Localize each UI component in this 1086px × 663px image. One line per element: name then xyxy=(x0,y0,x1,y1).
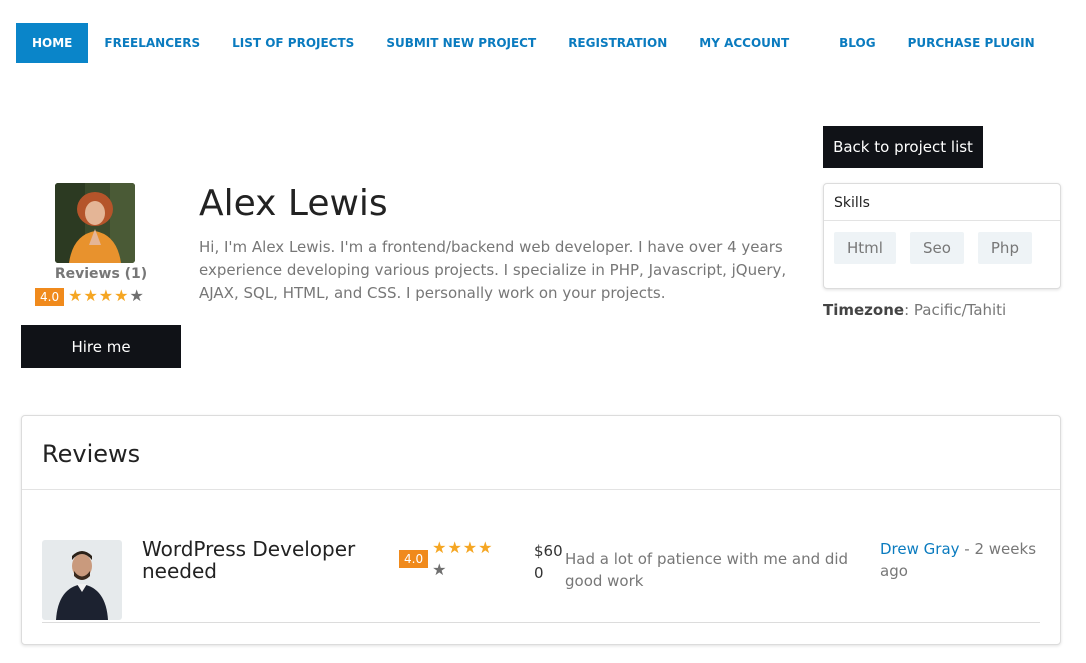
main-nav: HOME FREELANCERS LIST OF PROJECTS SUBMIT… xyxy=(16,23,1051,63)
freelancer-name: Alex Lewis xyxy=(199,183,388,224)
skills-list: Html Seo Php xyxy=(824,221,1060,275)
star-icon: ★ xyxy=(462,540,478,557)
nav-my-account[interactable]: MY ACCOUNT xyxy=(683,23,823,63)
star-icon: ★ xyxy=(83,288,98,305)
review-amount: $600 xyxy=(534,542,563,582)
nav-home[interactable]: HOME xyxy=(16,23,89,63)
back-to-project-list-button[interactable]: Back to project list xyxy=(823,126,983,168)
freelancer-avatar xyxy=(55,183,135,263)
skills-title: Skills xyxy=(824,184,1060,221)
profile-rating: 4.0 ★ ★ ★ ★ ★ xyxy=(35,288,144,306)
timezone-label: Timezone xyxy=(823,301,905,319)
skills-panel: Skills Html Seo Php xyxy=(823,183,1061,289)
star-icon: ★ xyxy=(447,540,462,557)
star-rating: ★ ★ ★ ★ ★ xyxy=(68,288,144,306)
review-author-meta: Drew Gray - 2 weeks ago xyxy=(880,540,1037,580)
star-icon: ★ xyxy=(478,540,493,557)
star-icon: ★ xyxy=(114,288,129,305)
nav-blog[interactable]: BLOG xyxy=(823,23,891,63)
skill-tag[interactable]: Html xyxy=(834,232,896,264)
star-icon: ★ xyxy=(98,288,114,305)
nav-list-of-projects[interactable]: LIST OF PROJECTS xyxy=(216,23,370,63)
star-icon: ★ xyxy=(432,540,447,557)
review-item: WordPress Developer needed 4.0 ★ ★ ★ ★ ★… xyxy=(42,538,1040,623)
rating-badge: 4.0 xyxy=(35,288,65,306)
star-rating: ★ ★ ★ ★ ★ xyxy=(432,540,504,580)
star-empty-icon: ★ xyxy=(129,288,144,305)
star-empty-icon: ★ xyxy=(432,562,447,579)
star-icon: ★ xyxy=(68,288,83,305)
rating-badge: 4.0 xyxy=(399,550,429,568)
review-author-link[interactable]: Drew Gray xyxy=(880,540,960,558)
review-comment: Had a lot of patience with me and did go… xyxy=(565,550,849,590)
reviewer-avatar xyxy=(42,540,122,620)
nav-purchase-plugin[interactable]: PURCHASE PLUGIN xyxy=(892,23,1051,63)
reviews-section: Reviews WordPress Developer needed 4.0 ★… xyxy=(21,415,1061,645)
hire-me-button[interactable]: Hire me xyxy=(21,325,181,368)
reviews-heading: Reviews xyxy=(22,416,1060,490)
profile-reviews-count[interactable]: Reviews (1) xyxy=(21,266,181,282)
review-project-title[interactable]: WordPress Developer needed xyxy=(142,538,372,582)
timezone-value: Pacific/Tahiti xyxy=(913,301,1007,319)
skill-tag[interactable]: Php xyxy=(977,232,1032,264)
nav-submit-new-project[interactable]: SUBMIT NEW PROJECT xyxy=(370,23,552,63)
nav-registration[interactable]: REGISTRATION xyxy=(552,23,683,63)
timezone-info: Timezone: Pacific/Tahiti xyxy=(823,301,1007,319)
skill-tag[interactable]: Seo xyxy=(909,232,964,264)
review-rating: 4.0 ★ ★ ★ ★ ★ xyxy=(399,540,509,580)
freelancer-bio: Hi, I'm Alex Lewis. I'm a frontend/backe… xyxy=(199,238,787,302)
nav-freelancers[interactable]: FREELANCERS xyxy=(88,23,216,63)
